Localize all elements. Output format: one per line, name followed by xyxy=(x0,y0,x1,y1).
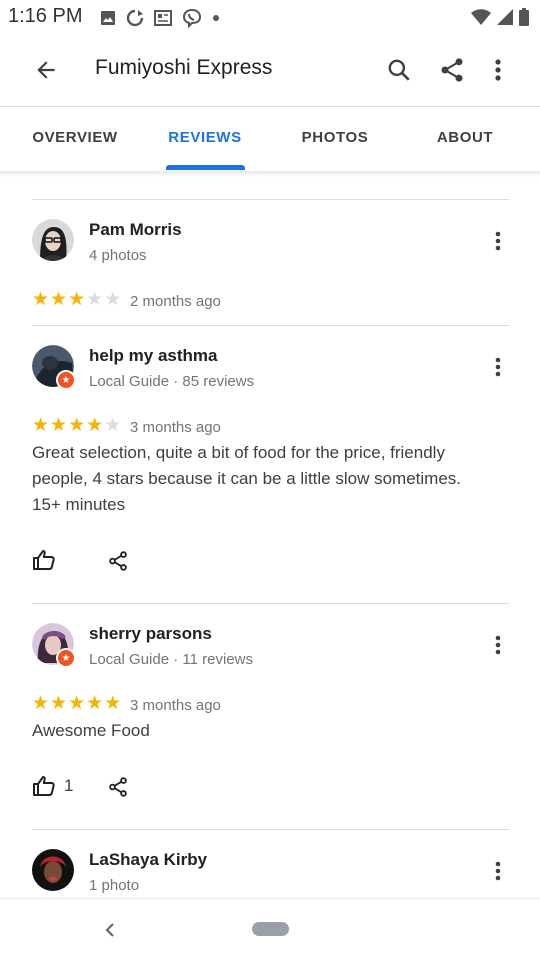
star-rating: ★ ★ ★ ★ ★ xyxy=(32,290,121,310)
star-empty-icon: ★ xyxy=(104,289,122,310)
review-more-button[interactable] xyxy=(488,856,508,886)
star-empty-icon: ★ xyxy=(86,289,104,310)
tab-bar: OVERVIEW REVIEWS PHOTOS ABOUT xyxy=(0,106,540,172)
app-bar: Fumiyoshi Express xyxy=(0,34,540,106)
photo-icon xyxy=(101,11,115,25)
more-vert-icon xyxy=(495,635,501,655)
reviewer-name[interactable]: help my asthma xyxy=(89,346,218,366)
thumbs-up-icon xyxy=(33,550,55,570)
avatar[interactable] xyxy=(32,219,74,261)
battery-icon xyxy=(519,8,529,26)
more-vert-icon xyxy=(495,59,501,81)
share-icon xyxy=(441,58,463,82)
more-vert-icon xyxy=(495,357,501,377)
back-button[interactable] xyxy=(30,54,62,86)
divider xyxy=(32,829,509,830)
star-filled-icon: ★ xyxy=(86,693,104,714)
review-more-button[interactable] xyxy=(488,630,508,660)
like-count: 1 xyxy=(64,776,74,795)
star-filled-icon: ★ xyxy=(104,693,122,714)
share-review-button[interactable] xyxy=(106,549,130,573)
back-chevron-icon xyxy=(105,923,114,937)
avatar[interactable]: ★ xyxy=(32,623,76,668)
more-options-button[interactable] xyxy=(485,54,511,86)
reviewer-meta: 1 photo xyxy=(89,877,140,894)
avatar[interactable]: ★ xyxy=(32,345,76,390)
tab-shadow xyxy=(0,171,540,177)
avatar-image xyxy=(32,219,74,261)
like-button[interactable]: 1 xyxy=(32,772,73,800)
reviewer-name[interactable]: LaShaya Kirby xyxy=(89,850,207,870)
home-pill-icon[interactable] xyxy=(252,922,289,936)
arrow-back-icon xyxy=(37,61,55,79)
reviewer-meta: Local Guide · 85 reviews xyxy=(89,373,255,390)
thumbs-up-icon xyxy=(33,776,55,796)
star-filled-icon: ★ xyxy=(50,693,68,714)
tab-photos[interactable]: PHOTOS xyxy=(280,107,390,171)
star-rating: ★ ★ ★ ★ ★ xyxy=(32,694,121,714)
search-icon xyxy=(388,59,410,81)
star-filled-icon: ★ xyxy=(68,415,86,436)
more-vert-icon xyxy=(495,231,501,251)
more-vert-icon xyxy=(495,861,501,881)
signal-icon xyxy=(497,9,513,25)
local-guide-badge: ★ xyxy=(56,648,76,668)
notification-icons xyxy=(100,8,220,28)
review-more-button[interactable] xyxy=(488,226,508,256)
star-filled-icon: ★ xyxy=(68,693,86,714)
reviewer-meta: 4 photos xyxy=(89,247,147,264)
star-filled-icon: ★ xyxy=(32,693,50,714)
like-button[interactable] xyxy=(32,546,64,574)
tab-reviews[interactable]: REVIEWS xyxy=(150,107,260,171)
local-guide-badge: ★ xyxy=(56,370,76,390)
share-icon xyxy=(109,551,127,571)
star-rating: ★ ★ ★ ★ ★ xyxy=(32,416,121,436)
star-filled-icon: ★ xyxy=(32,289,50,310)
news-icon xyxy=(154,10,172,26)
reviewer-meta: Local Guide · 11 reviews xyxy=(89,651,253,668)
status-time: 1:16 PM xyxy=(8,5,83,27)
divider xyxy=(32,603,509,604)
star-filled-icon: ★ xyxy=(50,289,68,310)
star-filled-icon: ★ xyxy=(32,415,50,436)
tab-about[interactable]: ABOUT xyxy=(410,107,520,171)
nav-back-button[interactable] xyxy=(100,919,120,941)
review-time: 2 months ago xyxy=(130,293,221,310)
reviewer-name[interactable]: Pam Morris xyxy=(89,220,182,240)
star-filled-icon: ★ xyxy=(68,289,86,310)
reviewer-name[interactable]: sherry parsons xyxy=(89,624,212,644)
search-button[interactable] xyxy=(383,54,415,86)
tab-indicator xyxy=(166,165,245,170)
tab-overview[interactable]: OVERVIEW xyxy=(20,107,130,171)
divider xyxy=(32,199,509,200)
sync-icon xyxy=(126,9,144,27)
viber-icon xyxy=(182,8,202,28)
share-button[interactable] xyxy=(436,54,468,86)
dot-icon xyxy=(213,15,219,21)
avatar-image xyxy=(32,849,74,891)
review-text: Great selection, quite a bit of food for… xyxy=(32,443,461,514)
system-nav-bar xyxy=(0,898,540,961)
divider xyxy=(32,325,509,326)
review-text: Awesome Food xyxy=(32,721,150,740)
review-more-button[interactable] xyxy=(488,352,508,382)
review-time: 3 months ago xyxy=(130,419,221,436)
avatar[interactable] xyxy=(32,849,74,891)
share-review-button[interactable] xyxy=(106,775,130,799)
share-icon xyxy=(109,777,127,797)
star-empty-icon: ★ xyxy=(104,415,122,436)
page-title: Fumiyoshi Express xyxy=(95,56,273,79)
review-time: 3 months ago xyxy=(130,697,221,714)
wifi-icon xyxy=(471,9,491,25)
status-bar: 1:16 PM xyxy=(0,0,540,34)
star-filled-icon: ★ xyxy=(50,415,68,436)
system-icons xyxy=(470,8,530,26)
star-filled-icon: ★ xyxy=(86,415,104,436)
